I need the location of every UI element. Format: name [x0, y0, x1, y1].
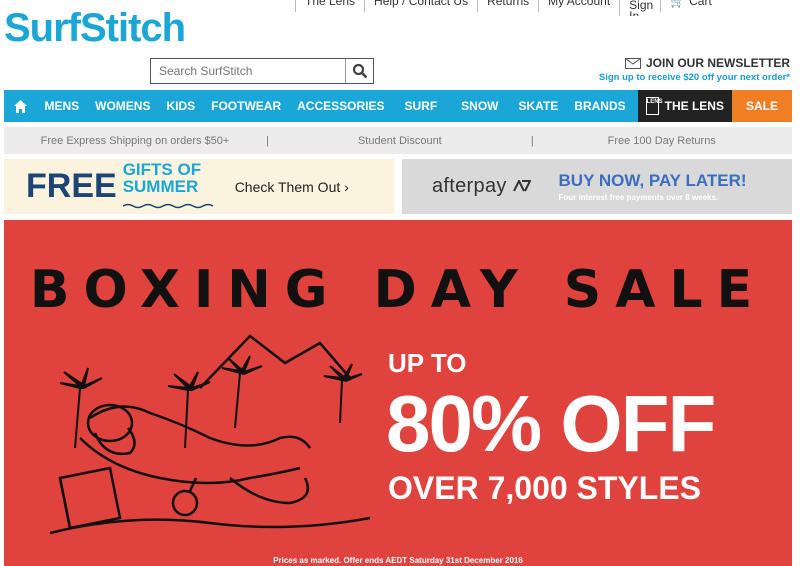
shipping-bar: Free Express Shipping on orders $50+ | S… — [4, 127, 792, 154]
afterpay-arrows-icon — [512, 178, 532, 192]
afterpay-headline: BUY NOW, PAY LATER! — [558, 171, 747, 190]
afterpay-text: BUY NOW, PAY LATER! Four interest free p… — [559, 171, 747, 202]
utility-link-cart[interactable]: 🛒 Cart — [660, 0, 721, 12]
nav-item-skate[interactable]: SKATE — [511, 90, 567, 122]
home-icon — [13, 99, 27, 113]
promo-gifts-text: GIFTS OF SUMMER — [122, 160, 215, 212]
promo-gifts-of-summer[interactable]: FREE GIFTS OF SUMMER Check Them Out › — [4, 159, 394, 214]
afterpay-logo: afterpay — [432, 175, 532, 198]
hero-title: BOXING DAY SALE — [29, 260, 767, 320]
hero-fine-print: Prices as marked. Offer ends AEDT Saturd… — [273, 556, 523, 565]
nav-item-surf[interactable]: SURF — [393, 90, 450, 122]
search-button[interactable] — [345, 59, 373, 83]
nav-item-kids[interactable]: KIDS — [158, 90, 203, 122]
nav-item-womens[interactable]: WOMENS — [87, 90, 158, 122]
search-box — [150, 58, 374, 84]
beach-santa-illustration — [50, 334, 370, 535]
nav-item-brands[interactable]: BRANDS — [566, 90, 633, 122]
wave-icon — [122, 203, 214, 209]
nav-item-the-lens[interactable]: LENS THE LENS — [637, 90, 732, 122]
utility-link-help[interactable]: Help / Contact Us — [364, 0, 477, 12]
nav-home[interactable] — [4, 90, 36, 122]
hero-banner[interactable]: BOXING DAY SALE UP TO 80% OFF OVER 7,000… — [4, 220, 792, 566]
hero-up-to: UP TO — [388, 348, 467, 378]
nav-item-footwear[interactable]: FOOTWEAR — [203, 90, 289, 122]
promo-afterpay[interactable]: afterpay BUY NOW, PAY LATER! Four intere… — [402, 159, 792, 214]
afterpay-sub: Four interest free payments over 8 weeks… — [558, 193, 719, 202]
logo[interactable]: SurfStitch — [4, 6, 186, 51]
shipping-express[interactable]: Free Express Shipping on orders $50+ — [4, 135, 266, 147]
main-nav: MENS WOMENS KIDS FOOTWEAR ACCESSORIES SU… — [4, 90, 792, 122]
nav-item-sale[interactable]: SALE — [731, 90, 792, 122]
cart-label: Cart — [689, 0, 712, 8]
nav-item-snow[interactable]: SNOW — [449, 90, 510, 122]
utility-link-sign-in[interactable]: Sign In — [619, 0, 660, 16]
utility-link-my-account[interactable]: My Account — [538, 0, 619, 12]
promo-gifts-line1: GIFTS OF — [122, 160, 202, 179]
nav-item-mens[interactable]: MENS — [36, 90, 87, 122]
cart-icon: 🛒 — [670, 0, 686, 8]
shipping-student[interactable]: Student Discount — [269, 135, 531, 147]
mail-icon — [624, 57, 641, 69]
search-input[interactable] — [151, 59, 345, 83]
promo-cta[interactable]: Check Them Out › — [235, 179, 349, 195]
afterpay-logo-text: afterpay — [432, 175, 507, 197]
hero-styles: OVER 7,000 STYLES — [388, 470, 702, 506]
utility-links: The Lens Help / Contact Us Returns My Ac… — [295, 0, 721, 16]
lens-logo: LENS — [645, 97, 663, 115]
newsletter-title: JOIN OUR NEWSLETTER — [645, 56, 790, 70]
utility-link-the-lens[interactable]: The Lens — [295, 0, 364, 12]
promo-gifts-line2: SUMMER — [122, 177, 199, 196]
nav-item-the-lens-label: THE LENS — [664, 99, 724, 113]
nav-item-accessories[interactable]: ACCESSORIES — [289, 90, 392, 122]
hero-discount: 80% OFF — [386, 379, 716, 468]
newsletter-subtitle: Sign up to receive $20 off your next ord… — [598, 72, 790, 83]
search-icon — [352, 63, 367, 79]
shipping-returns[interactable]: Free 100 Day Returns — [534, 135, 790, 147]
utility-link-returns[interactable]: Returns — [477, 0, 538, 12]
newsletter-signup[interactable]: JOIN OUR NEWSLETTER Sign up to receive $… — [599, 56, 790, 83]
promo-free: FREE — [26, 167, 117, 205]
